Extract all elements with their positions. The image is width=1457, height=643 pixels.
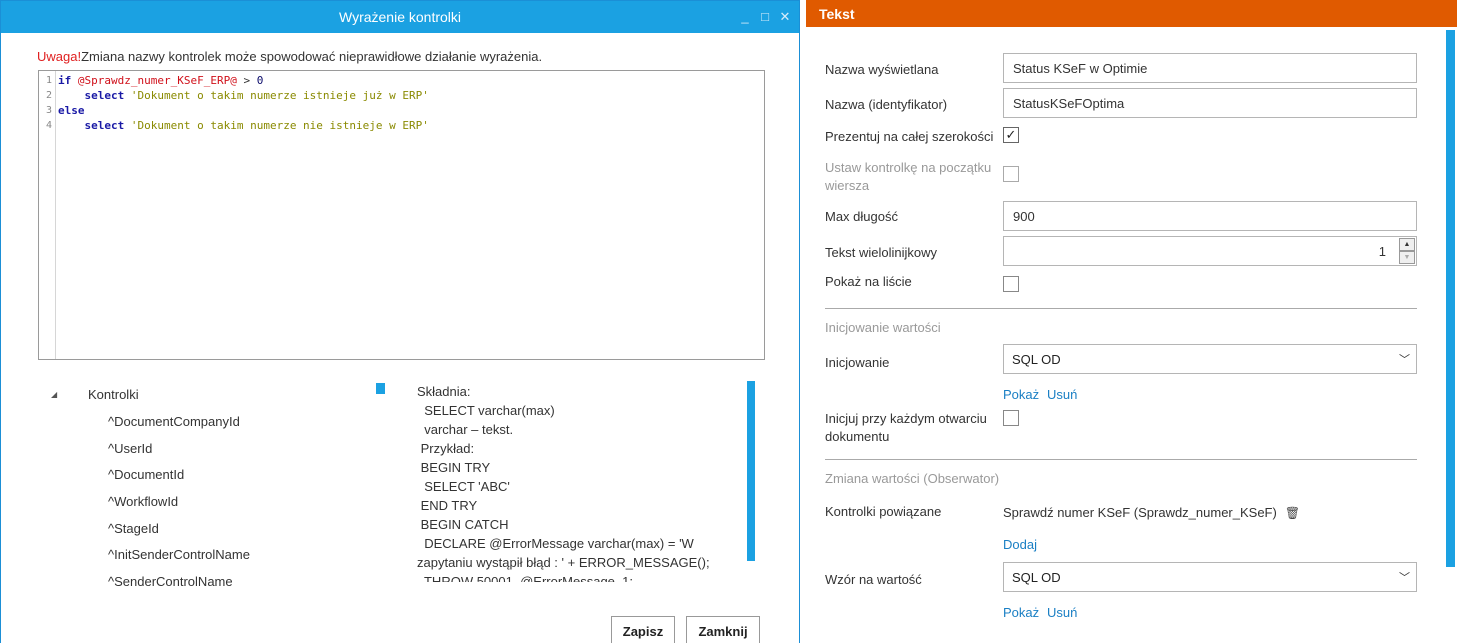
init-show-link[interactable]: Pokaż: [1003, 387, 1039, 402]
syntax-line: END TRY: [417, 498, 478, 513]
chevron-down-icon: ﹀: [1399, 572, 1410, 584]
multiline-label: Tekst wielolinijkowy: [825, 245, 937, 260]
tree-item[interactable]: ^SenderControlName: [108, 574, 233, 586]
syntax-line: SELECT 'ABC': [417, 479, 510, 494]
full-width-checkbox[interactable]: ✓: [1003, 127, 1019, 143]
dialog-title: Wyrażenie kontrolki: [338, 9, 462, 25]
show-on-list-checkbox[interactable]: [1003, 276, 1019, 292]
identifier-label: Nazwa (identyfikator): [825, 97, 948, 112]
tree-scroll-marker[interactable]: [376, 383, 385, 394]
syntax-line: BEGIN TRY: [417, 460, 491, 475]
show-on-list-label: Pokaż na liście: [825, 274, 912, 289]
linked-control-name: Sprawdź numer KSeF (Sprawdz_numer_KSeF): [1003, 505, 1277, 520]
divider: [825, 308, 1417, 309]
init-remove-link[interactable]: Usuń: [1047, 387, 1077, 402]
spin-down-icon[interactable]: ▼: [1399, 251, 1415, 264]
tree-item[interactable]: ^StageId: [108, 521, 159, 536]
syntax-line: BEGIN CATCH: [417, 517, 509, 532]
linked-control-item: Sprawdź numer KSeF (Sprawdz_numer_KSeF) …: [1003, 505, 1300, 520]
display-name-label: Nazwa wyświetlana: [825, 62, 939, 77]
panel-title: Tekst: [806, 0, 1457, 27]
full-width-label: Prezentuj na całej szerokości: [825, 129, 994, 144]
syntax-line: zapytaniu wystąpił błąd : ' + ERROR_MESS…: [417, 555, 710, 570]
syntax-line: SELECT varchar(max): [417, 403, 555, 418]
controls-tree: ◢ Kontrolki ^DocumentCompanyId ^UserId ^…: [41, 381, 371, 586]
max-length-label: Max długość: [825, 209, 898, 224]
tree-item[interactable]: ^WorkflowId: [108, 494, 178, 509]
dialog-titlebar: Wyrażenie kontrolki _ □ ✕: [1, 1, 799, 33]
init-section-title: Inicjowanie wartości: [825, 320, 941, 335]
max-length-input[interactable]: 900: [1003, 201, 1417, 231]
save-button[interactable]: Zapisz: [611, 616, 675, 643]
row-start-checkbox[interactable]: [1003, 166, 1019, 182]
properties-panel: Tekst Nazwa wyświetlana Status KSeF w Op…: [806, 0, 1457, 643]
formula-show-link[interactable]: Pokaż: [1003, 605, 1039, 620]
syntax-line: DECLARE @ErrorMessage varchar(max) = 'W: [417, 536, 694, 551]
tree-item[interactable]: ^UserId: [108, 441, 152, 456]
expression-dialog: Wyrażenie kontrolki _ □ ✕ Uwaga!Zmiana n…: [0, 0, 800, 643]
close-icon[interactable]: ✕: [779, 9, 791, 25]
tree-item[interactable]: ^DocumentId: [108, 467, 184, 482]
warning-text: Zmiana nazwy kontrolek może spowodować n…: [81, 49, 543, 64]
tree-item[interactable]: ^InitSenderControlName: [108, 547, 250, 562]
trash-icon[interactable]: 🗑: [1285, 506, 1300, 520]
row-start-label: Ustaw kontrolkę na początku wiersza: [825, 160, 992, 193]
init-label: Inicjowanie: [825, 355, 890, 370]
spin-up-icon[interactable]: ▲: [1399, 238, 1415, 251]
init-select-value: SQL OD: [1012, 351, 1061, 367]
syntax-scrollbar[interactable]: [747, 381, 755, 561]
multiline-stepper[interactable]: 1 ▲ ▼: [1003, 236, 1417, 266]
multiline-value: 1: [1378, 244, 1386, 259]
syntax-line: varchar – tekst.: [417, 422, 514, 437]
tree-root[interactable]: ◢ Kontrolki: [51, 387, 139, 402]
tree-item[interactable]: ^DocumentCompanyId: [108, 414, 240, 429]
divider: [825, 459, 1417, 460]
change-section-title: Zmiana wartości (Obserwator): [825, 471, 1000, 486]
init-select[interactable]: SQL OD ﹀: [1003, 344, 1417, 374]
warning-prefix: Uwaga!: [37, 49, 82, 64]
collapse-caret-icon[interactable]: ◢: [51, 390, 61, 399]
syntax-help: Składnia: SELECT varchar(max) varchar – …: [417, 382, 737, 582]
code-editor[interactable]: 1 if @Sprawdz_numer_KSeF_ERP@ > 0 2 selec…: [38, 70, 765, 360]
close-button[interactable]: Zamknij: [686, 616, 760, 643]
identifier-input[interactable]: StatusKSeFOptima: [1003, 88, 1417, 118]
display-name-input[interactable]: Status KSeF w Optimie: [1003, 53, 1417, 83]
init-each-label: Inicjuj przy każdym otwarciu dokumentu: [825, 411, 987, 444]
code-line: 1 if @Sprawdz_numer_KSeF_ERP@ > 0: [45, 74, 264, 87]
code-line: 3 else: [45, 104, 85, 117]
formula-select[interactable]: SQL OD ﹀: [1003, 562, 1417, 592]
formula-remove-link[interactable]: Usuń: [1047, 605, 1077, 620]
rename-warning: Uwaga!Zmiana nazwy kontrolek może spowod…: [37, 49, 542, 64]
panel-scrollbar[interactable]: [1446, 30, 1455, 567]
syntax-line: Przykład:: [417, 441, 475, 456]
minimize-icon[interactable]: _: [739, 9, 751, 25]
maximize-icon[interactable]: □: [759, 9, 771, 25]
init-each-checkbox[interactable]: [1003, 410, 1019, 426]
code-line: 2 select 'Dokument o takim numerze istni…: [45, 89, 429, 102]
syntax-line: Składnia:: [417, 384, 471, 399]
chevron-down-icon: ﹀: [1399, 354, 1410, 366]
formula-label: Wzór na wartość: [825, 572, 922, 587]
formula-select-value: SQL OD: [1012, 569, 1061, 585]
syntax-line: THROW 50001, @ErrorMessage ,1;: [417, 574, 633, 582]
linked-controls-label: Kontrolki powiązane: [825, 504, 942, 519]
code-line: 4 select 'Dokument o takim numerze nie i…: [45, 119, 429, 132]
tree-root-label: Kontrolki: [88, 387, 139, 402]
add-link[interactable]: Dodaj: [1003, 537, 1037, 552]
